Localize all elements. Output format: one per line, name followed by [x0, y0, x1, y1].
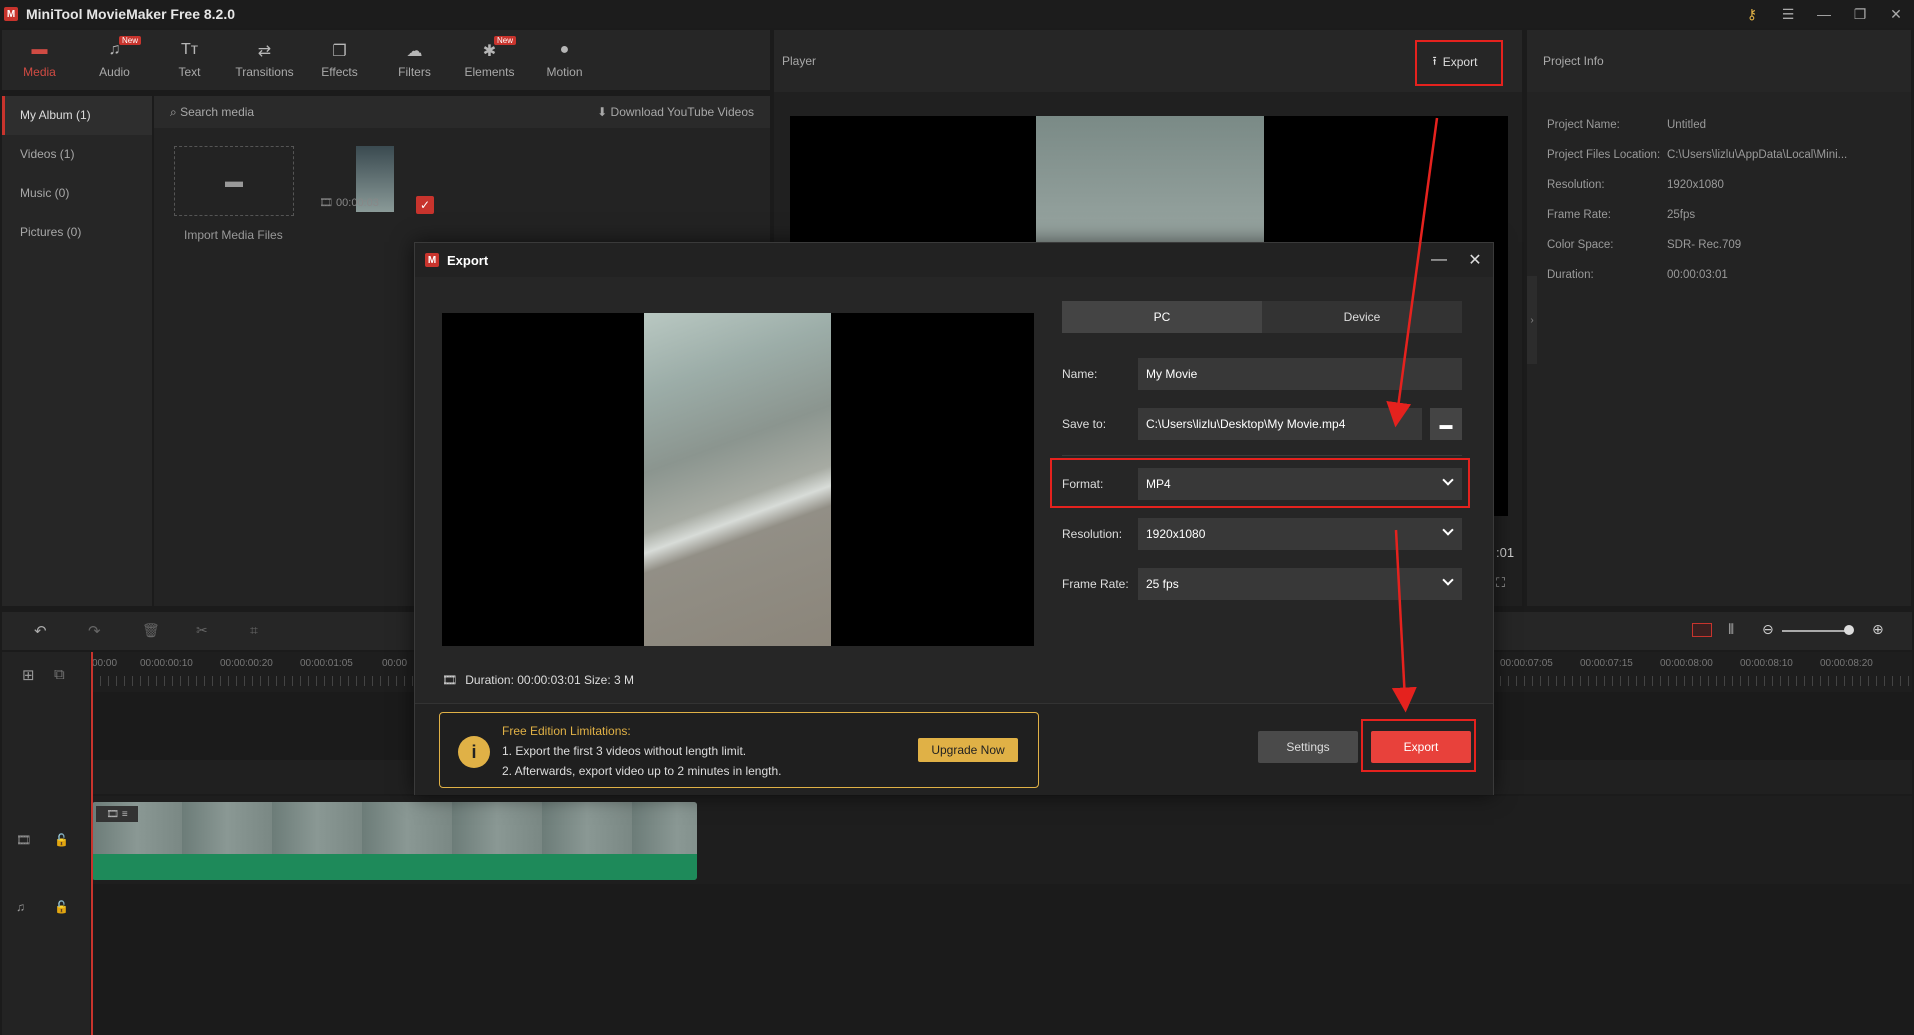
annotation-arrows: [1386, 117, 1439, 713]
arrow-to-export-button: [1391, 529, 1417, 713]
arrow-to-save-path: [1386, 117, 1439, 428]
